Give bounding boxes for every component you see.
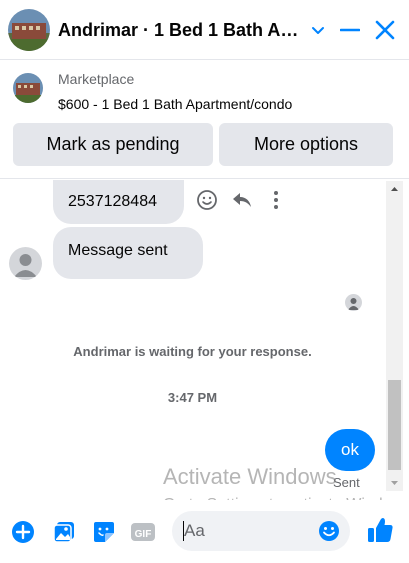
conversation-title[interactable]: Andrimar · 1 Bed 1 Bath Apartment/condo xyxy=(58,20,303,41)
close-icon[interactable] xyxy=(374,19,396,41)
marketplace-panel: Marketplace $600 - 1 Bed 1 Bath Apartmen… xyxy=(0,61,409,179)
scrollbar[interactable] xyxy=(386,181,403,491)
message-input[interactable] xyxy=(184,511,314,551)
chevron-down-icon[interactable] xyxy=(309,21,327,39)
message-input-container[interactable] xyxy=(172,511,350,551)
listing-thumbnail[interactable] xyxy=(13,73,43,103)
more-icon[interactable] xyxy=(272,190,280,210)
scroll-up-arrow-icon[interactable] xyxy=(386,181,403,198)
scroll-down-arrow-icon[interactable] xyxy=(386,474,403,491)
gif-icon[interactable]: GIF xyxy=(130,519,156,545)
scrollbar-thumb[interactable] xyxy=(388,380,401,470)
received-message-bubble[interactable]: 2537128484 xyxy=(53,180,184,224)
sent-status: Sent xyxy=(333,475,360,490)
emoji-icon[interactable] xyxy=(318,520,340,542)
mark-as-pending-button[interactable]: Mark as pending xyxy=(13,123,213,166)
sender-avatar[interactable] xyxy=(9,247,42,280)
minimize-icon[interactable] xyxy=(340,21,360,39)
waiting-notice: Andrimar is waiting for your response. xyxy=(73,344,312,359)
message-timestamp: 3:47 PM xyxy=(167,390,218,405)
listing-avatar[interactable] xyxy=(8,9,50,51)
more-options-button[interactable]: More options xyxy=(219,123,393,166)
message-composer: GIF xyxy=(0,500,409,563)
marketplace-label: Marketplace xyxy=(58,71,135,87)
received-message-bubble[interactable]: Message sent xyxy=(53,227,203,279)
reply-icon[interactable] xyxy=(232,191,252,209)
watermark-title: Activate Windows xyxy=(163,464,337,489)
listing-title[interactable]: $600 - 1 Bed 1 Bath Apartment/condo xyxy=(58,96,292,112)
gif-label: GIF xyxy=(135,529,152,540)
react-smiley-icon[interactable] xyxy=(196,189,218,211)
sticker-icon[interactable] xyxy=(91,519,117,545)
seen-avatar xyxy=(345,294,362,311)
plus-icon[interactable] xyxy=(10,519,36,545)
photo-icon[interactable] xyxy=(51,519,77,545)
message-list[interactable]: 2537128484 Message sent Andrimar is wait… xyxy=(0,180,409,498)
chat-header: Andrimar · 1 Bed 1 Bath Apartment/condo xyxy=(0,0,409,60)
like-icon[interactable] xyxy=(366,516,394,544)
